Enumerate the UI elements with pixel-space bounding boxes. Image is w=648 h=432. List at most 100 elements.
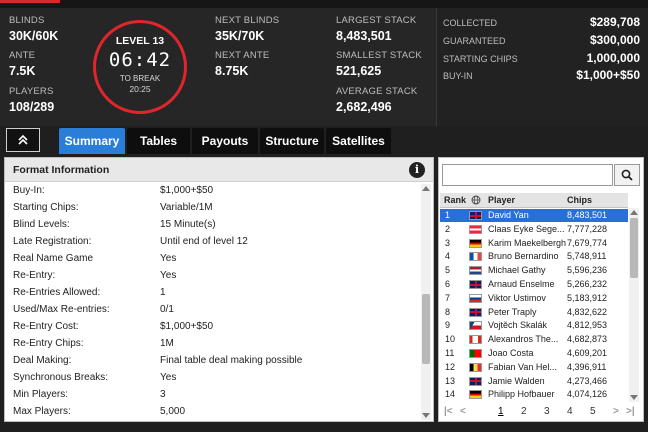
player-rank: 8	[445, 306, 451, 317]
tab-structure[interactable]: Structure	[260, 128, 324, 154]
player-rank: 3	[445, 237, 451, 248]
format-row: Re-Entry: Yes	[5, 267, 421, 284]
tab-bar: Summary Tables Payouts Structure Satelli…	[0, 126, 436, 156]
player-chips: 7,777,228	[567, 223, 608, 234]
level-label: LEVEL 13	[115, 35, 165, 47]
player-name: Michael Gathy	[488, 265, 546, 276]
format-row-value: 1M	[160, 338, 174, 349]
player-row[interactable]: 6 Arnaud Enselme 5,266,232	[440, 278, 628, 291]
format-row-value: 15 Minute(s)	[160, 219, 216, 230]
player-chips: 4,609,201	[567, 348, 608, 358]
player-name: Peter Traply	[488, 306, 537, 317]
column-player[interactable]: Player	[488, 195, 515, 205]
column-rank[interactable]: Rank	[444, 195, 466, 205]
player-chips: 4,273,466	[567, 375, 608, 386]
page-1-button[interactable]: 1	[498, 406, 504, 417]
player-row[interactable]: 14 Philipp Hofbauer 4,074,126	[440, 388, 628, 401]
format-row: Re-Entries Allowed: 1	[5, 284, 421, 301]
format-row-key: Synchronous Breaks:	[13, 372, 109, 383]
player-row[interactable]: 10 Alexandros The... 4,682,873	[440, 333, 628, 346]
first-page-button[interactable]: |<	[444, 406, 453, 417]
page-2-button[interactable]: 2	[521, 406, 527, 417]
player-rank: 9	[445, 320, 451, 331]
player-row[interactable]: 4 Bruno Bernardino 5,748,911	[440, 250, 628, 263]
player-name: Claas Eyke Sege...	[488, 223, 565, 234]
player-row[interactable]: 2 Claas Eyke Sege... 7,777,228	[440, 223, 628, 236]
prize-stats: COLLECTED $289,708 GUARANTEED $300,000 S…	[436, 8, 648, 126]
to-break-timer: 20:25	[129, 84, 151, 94]
ante-stat: ANTE 7.5K	[9, 50, 36, 78]
tab-payouts[interactable]: Payouts	[192, 128, 258, 154]
player-row[interactable]: 1 David Yan 8,483,501	[440, 209, 628, 222]
players-stat: PLAYERS 108/289	[9, 86, 55, 114]
format-row-key: Starting Chips:	[13, 202, 79, 213]
country-flag-icon	[469, 280, 482, 289]
player-search-input[interactable]	[442, 164, 613, 186]
country-flag-icon	[469, 293, 482, 303]
format-row-key: Deal Making:	[13, 355, 72, 366]
scroll-up-icon[interactable]	[630, 210, 638, 215]
player-row[interactable]: 3 Karim Maekelbergh 7,679,774	[440, 237, 628, 250]
page-5-button[interactable]: 5	[590, 406, 596, 417]
scroll-up-icon[interactable]	[422, 186, 430, 191]
page-3-button[interactable]: 3	[544, 406, 550, 417]
players-scrollbar[interactable]	[629, 208, 639, 402]
format-row-value: $1,000+$50	[160, 185, 214, 196]
player-row[interactable]: 7 Viktor Ustimov 5,183,912	[440, 292, 628, 305]
format-row: Buy-In: $1,000+$50	[5, 182, 421, 199]
tab-tables[interactable]: Tables	[127, 128, 190, 154]
country-flag-icon	[469, 224, 482, 234]
format-row-value: Yes	[160, 372, 177, 383]
format-information-panel: Format Information i Buy-In: $1,000+$50 St…	[4, 157, 434, 422]
format-row-key: Min Players:	[13, 389, 69, 400]
player-name: Joao Costa	[488, 348, 534, 358]
format-row-value: Final table deal making possible	[160, 355, 303, 366]
column-chips[interactable]: Chips	[567, 195, 592, 205]
player-row[interactable]: 11 Joao Costa 4,609,201	[440, 347, 628, 360]
player-chips: 7,679,774	[567, 237, 608, 248]
player-row[interactable]: 5 Michael Gathy 5,596,236	[440, 264, 628, 277]
format-row-value: Yes	[160, 270, 177, 281]
player-row[interactable]: 9 Vojtěch Skalák 4,812,953	[440, 319, 628, 332]
largest-stack-stat: LARGEST STACK 8,483,501	[336, 15, 417, 43]
format-row-value: 0/1	[160, 304, 174, 315]
last-page-button[interactable]: >|	[626, 406, 635, 417]
buy-in-stat: BUY-IN $1,000+$50	[443, 68, 640, 82]
tab-summary[interactable]: Summary	[59, 128, 125, 154]
player-row[interactable]: 8 Peter Traply 4,832,622	[440, 306, 628, 319]
globe-icon[interactable]	[471, 195, 481, 205]
info-icon[interactable]: i	[409, 162, 425, 178]
format-row-key: Used/Max Re-entries:	[13, 304, 110, 315]
player-rank: 14	[445, 389, 456, 400]
tab-satellites[interactable]: Satellites	[326, 128, 391, 154]
format-row-key: Re-Entry Chips:	[13, 338, 84, 349]
scroll-down-icon[interactable]	[422, 413, 430, 418]
country-flag-icon	[469, 390, 482, 400]
guaranteed-stat: GUARANTEED $300,000	[443, 33, 640, 47]
starting-chips-stat: STARTING CHIPS 1,000,000	[443, 51, 640, 65]
players-table-header: Rank Player Chips	[440, 193, 628, 208]
country-flag-icon	[469, 238, 482, 248]
format-row: Used/Max Re-entries: 0/1	[5, 301, 421, 318]
player-rank: 7	[445, 292, 451, 303]
next-page-button[interactable]: >	[613, 406, 619, 417]
average-stack-stat: AVERAGE STACK 2,682,496	[336, 86, 418, 114]
page-4-button[interactable]: 4	[567, 406, 573, 417]
scroll-thumb[interactable]	[422, 294, 430, 364]
level-clock: LEVEL 13 06:42 TO BREAK 20:25	[93, 20, 187, 114]
format-row: Re-Entry Cost: $1,000+$50	[5, 318, 421, 335]
country-flag-icon	[469, 362, 482, 372]
format-row-value: $1,000+$50	[160, 321, 214, 332]
format-row-value: 1	[160, 287, 166, 298]
to-break-label: TO BREAK	[119, 74, 161, 83]
format-scrollbar[interactable]	[421, 184, 431, 420]
collapse-header-button[interactable]	[6, 128, 40, 152]
player-row[interactable]: 12 Fabian Van Hel... 4,396,911	[440, 361, 628, 374]
player-row[interactable]: 13 Jamie Walden 4,273,466	[440, 375, 628, 388]
search-button[interactable]	[614, 164, 640, 186]
player-rank: 4	[445, 251, 451, 262]
scroll-thumb[interactable]	[630, 218, 638, 278]
scroll-down-icon[interactable]	[630, 395, 638, 400]
player-name: Arnaud Enselme	[488, 279, 555, 289]
prev-page-button[interactable]: <	[460, 406, 466, 417]
